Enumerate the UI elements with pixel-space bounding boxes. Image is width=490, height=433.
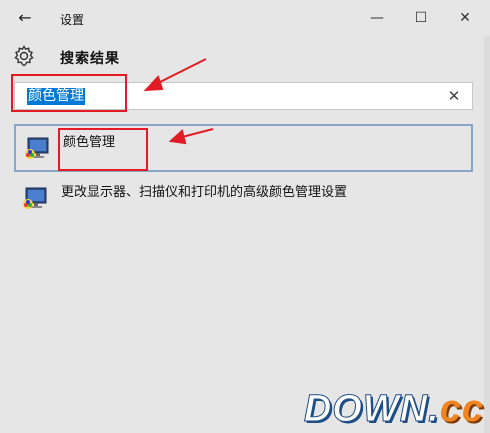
annotation-arrowhead-search (143, 75, 164, 92)
annotation-arrowhead-result (168, 129, 187, 145)
annotation-arrow-search (155, 58, 207, 85)
annotation-arrows (143, 58, 214, 145)
watermark: DOWN.cc (303, 388, 484, 431)
scrollbar[interactable] (484, 36, 490, 433)
annotation-arrow-result (181, 128, 214, 138)
